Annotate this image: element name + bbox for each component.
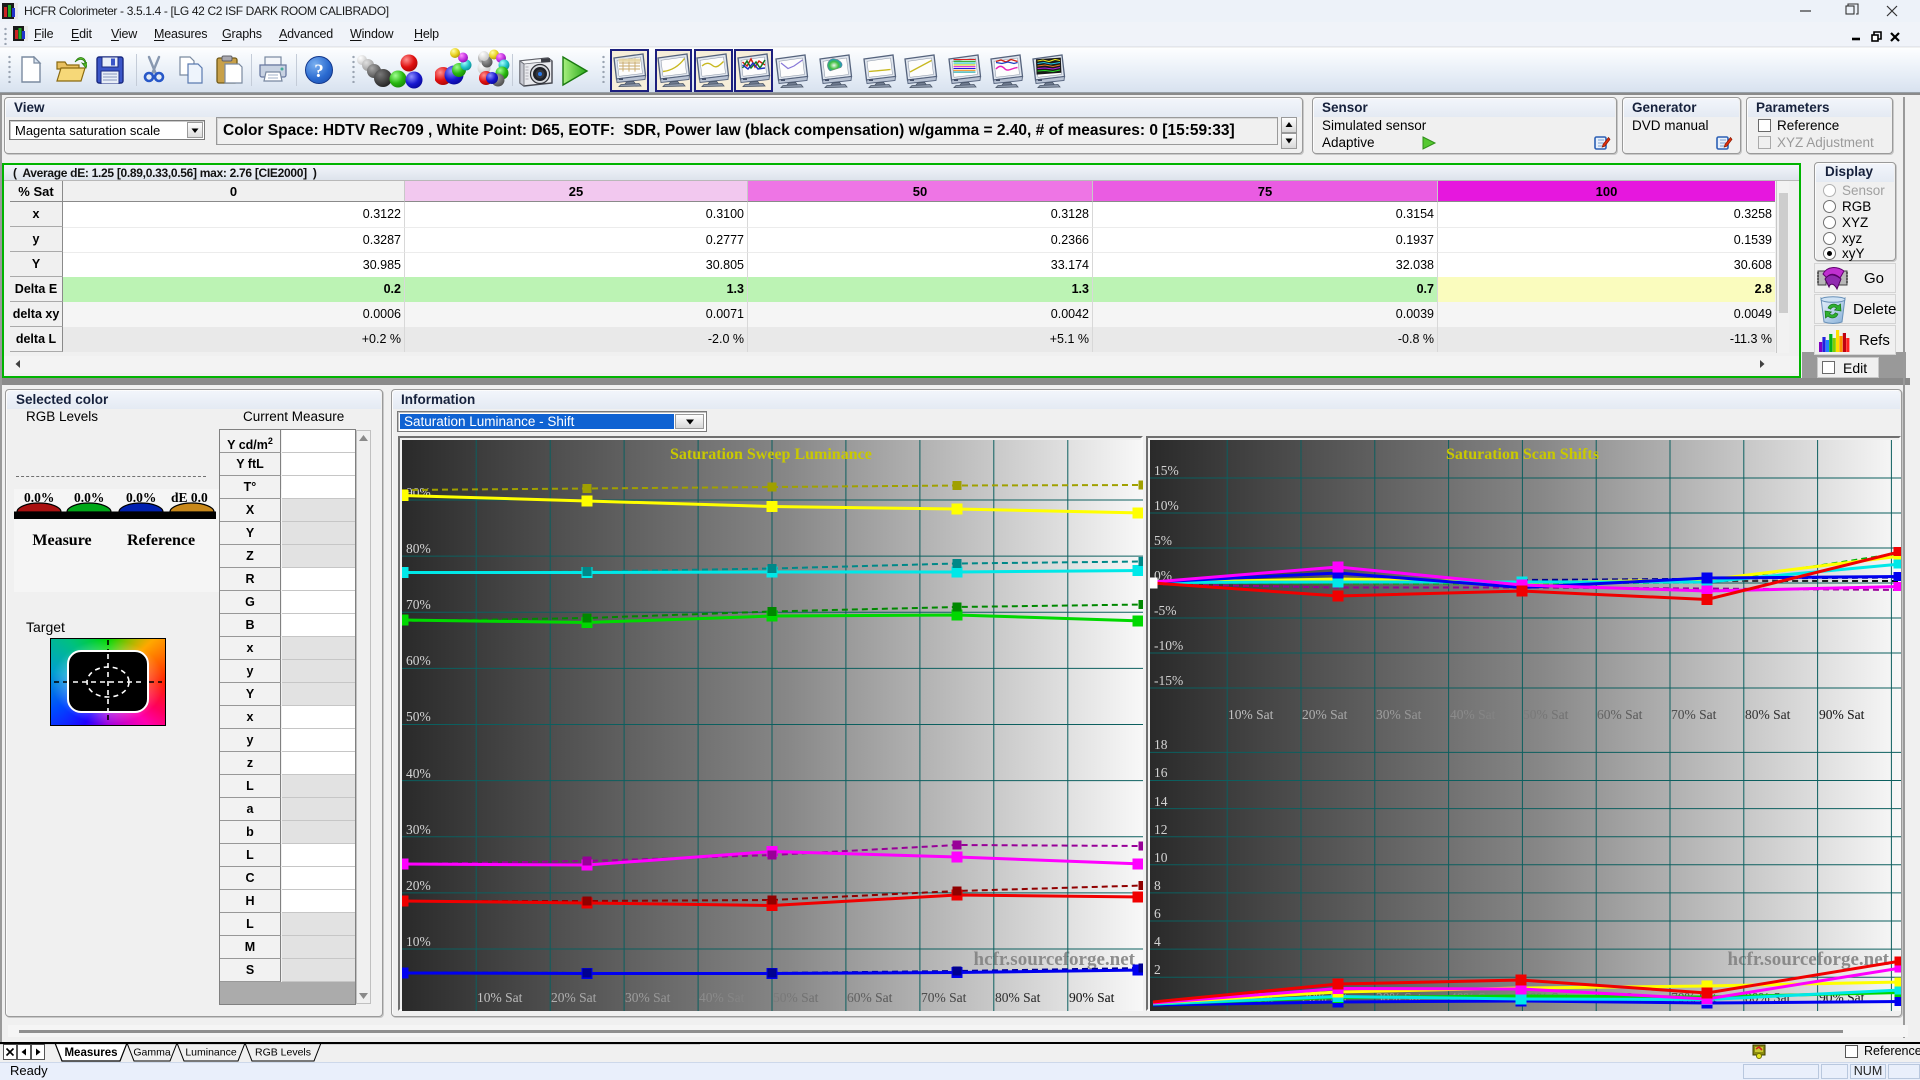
svg-text:?: ? (314, 61, 324, 82)
svg-text:Gamma: Gamma (133, 1047, 171, 1059)
svg-text:Luminance: Luminance (185, 1047, 237, 1059)
svg-text:Measures: Measures (64, 1047, 117, 1059)
svg-text:RGB Levels: RGB Levels (255, 1047, 311, 1059)
